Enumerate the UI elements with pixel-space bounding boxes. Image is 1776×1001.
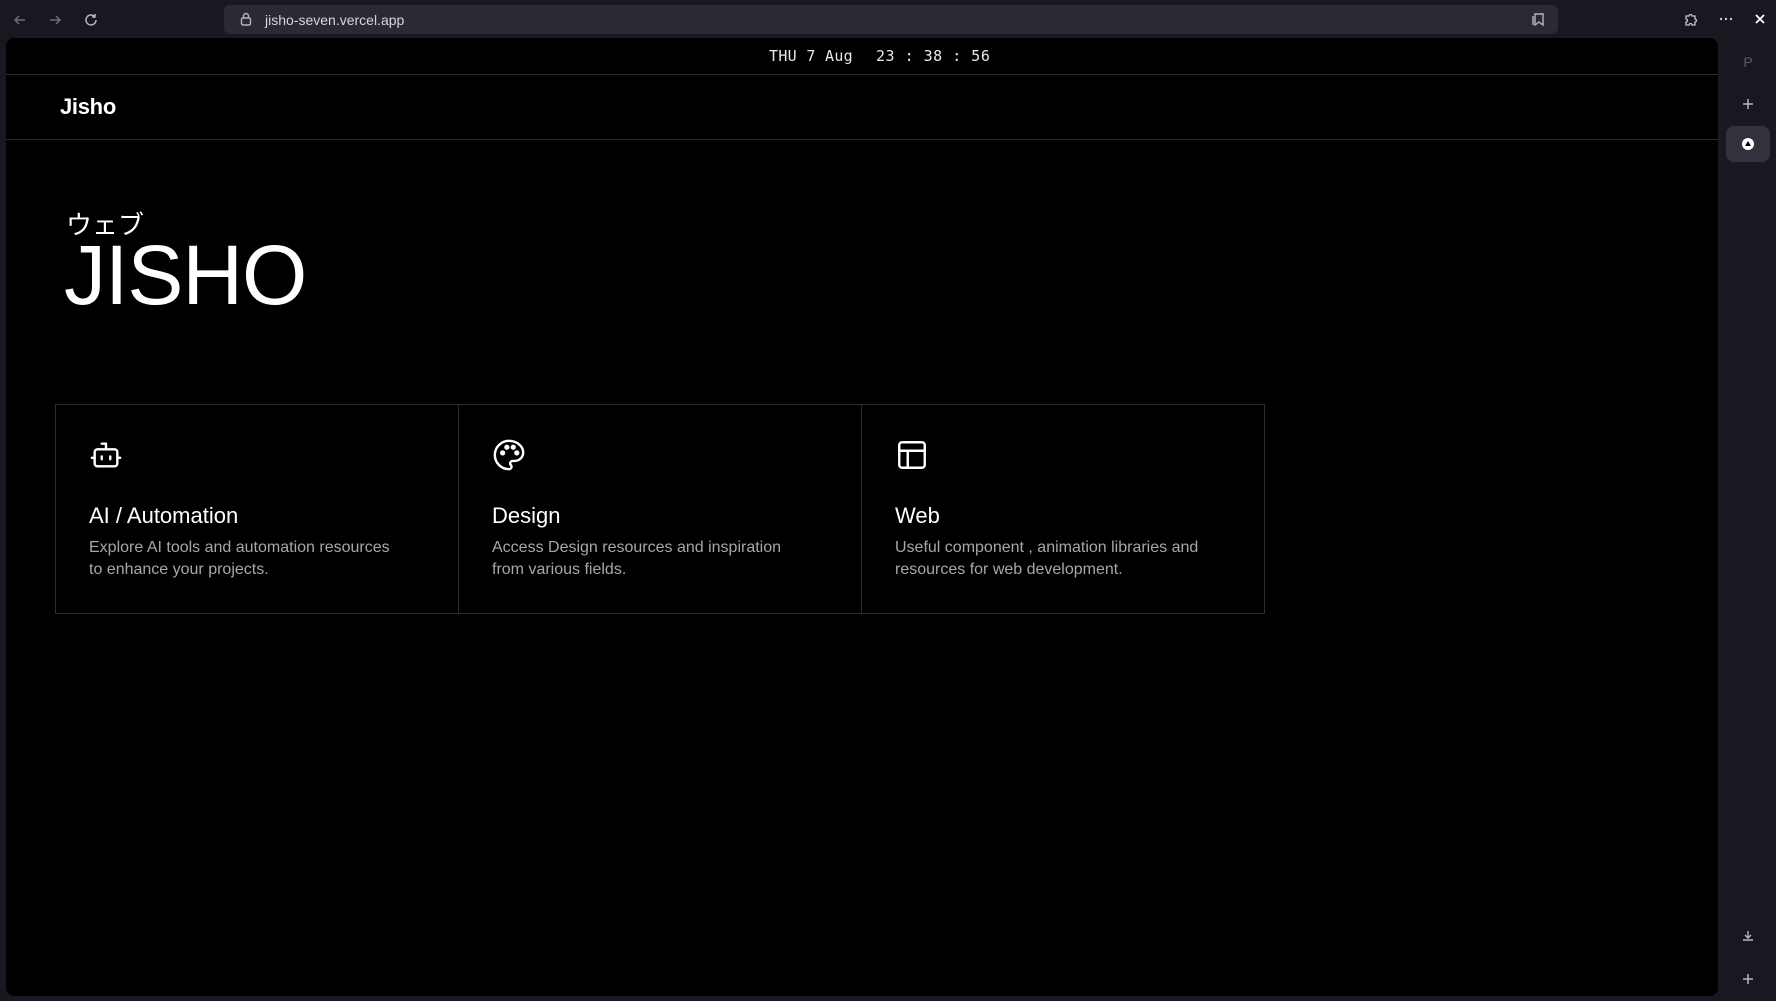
card-title: Design bbox=[492, 503, 561, 528]
profile-label: P bbox=[1743, 54, 1753, 70]
lock-icon bbox=[240, 12, 252, 26]
robot-icon bbox=[89, 438, 123, 472]
reload-icon bbox=[85, 14, 97, 26]
url-text: jisho-seven.vercel.app bbox=[265, 12, 405, 28]
card-title: Web bbox=[895, 503, 940, 528]
puzzle-icon bbox=[1685, 13, 1698, 26]
close-window-button[interactable] bbox=[1750, 9, 1770, 29]
sidebar-add-bottom-button[interactable] bbox=[1726, 961, 1770, 997]
forward-button[interactable] bbox=[44, 9, 66, 31]
sidebar-app-button[interactable] bbox=[1726, 126, 1770, 162]
more-menu-button[interactable] bbox=[1716, 9, 1736, 29]
arrow-left-icon bbox=[13, 15, 25, 25]
site-logo[interactable]: Jisho bbox=[60, 94, 116, 120]
profile-button[interactable]: P bbox=[1726, 44, 1770, 80]
clock-bar: THU 7 Aug 23 : 38 : 56 bbox=[6, 38, 1718, 75]
arrow-right-icon bbox=[50, 15, 62, 25]
extensions-button[interactable] bbox=[1681, 9, 1701, 29]
more-horizontal-icon bbox=[1719, 17, 1733, 21]
card-design[interactable]: Design Access Design resources and inspi… bbox=[459, 405, 862, 613]
layout-icon bbox=[895, 438, 929, 472]
download-icon bbox=[1743, 931, 1753, 941]
category-cards: AI / Automation Explore AI tools and aut… bbox=[55, 404, 1265, 614]
close-icon bbox=[1755, 14, 1765, 24]
site-header: Jisho bbox=[6, 75, 1718, 140]
address-bar[interactable]: jisho-seven.vercel.app bbox=[224, 5, 1558, 34]
browser-toolbar: jisho-seven.vercel.app bbox=[0, 0, 1776, 38]
up-triangle-icon bbox=[1742, 138, 1754, 150]
card-web[interactable]: Web Useful component , animation librari… bbox=[862, 405, 1264, 613]
card-description: Access Design resources and inspiration … bbox=[492, 539, 782, 578]
clock-date: THU 7 Aug bbox=[769, 47, 853, 65]
card-title: AI / Automation bbox=[89, 503, 239, 528]
hero-title: JISHO bbox=[64, 228, 307, 322]
clock-time: 23 : 38 : 56 bbox=[876, 47, 991, 65]
card-ai-automation[interactable]: AI / Automation Explore AI tools and aut… bbox=[56, 405, 459, 613]
plus-icon bbox=[1743, 974, 1753, 984]
card-description: Explore AI tools and automation resource… bbox=[89, 539, 390, 578]
reload-button[interactable] bbox=[80, 9, 102, 31]
browser-sidebar: P bbox=[1718, 38, 1776, 1001]
plus-icon bbox=[1743, 99, 1753, 109]
bookmark-icon[interactable] bbox=[1530, 11, 1546, 27]
sidebar-add-button[interactable] bbox=[1726, 86, 1770, 122]
downloads-button[interactable] bbox=[1726, 918, 1770, 954]
card-description: Useful component , animation libraries a… bbox=[895, 539, 1199, 578]
back-button[interactable] bbox=[9, 9, 31, 31]
palette-icon bbox=[492, 438, 526, 472]
page-viewport: THU 7 Aug 23 : 38 : 56 Jisho ウェブ JISHO A… bbox=[6, 38, 1718, 996]
